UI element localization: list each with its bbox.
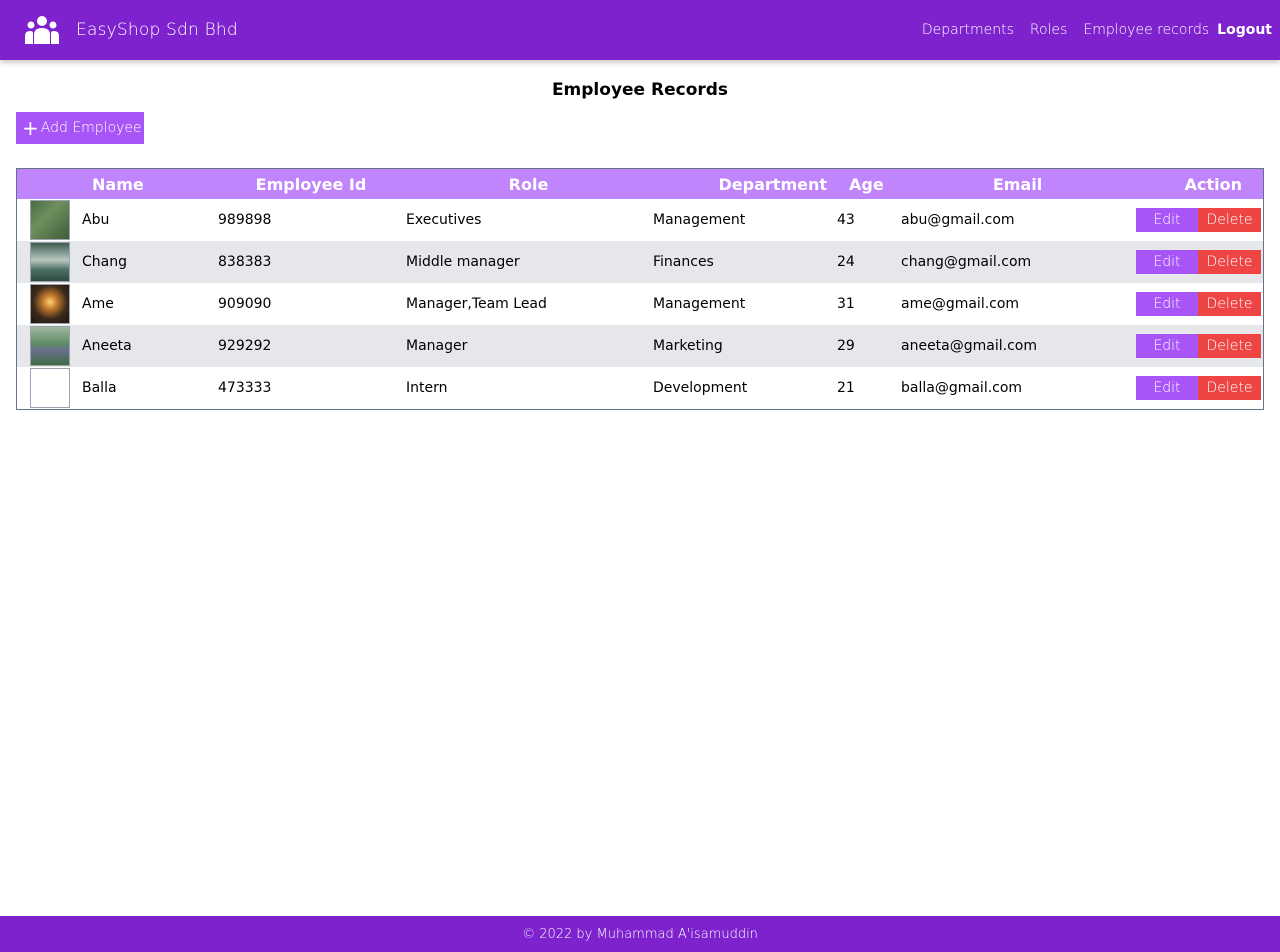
employee-photo bbox=[30, 242, 70, 282]
cell-role: Middle manager bbox=[406, 254, 520, 270]
delete-button[interactable]: Delete bbox=[1198, 376, 1261, 400]
cell-name: Chang bbox=[82, 254, 127, 270]
cell-name: Ame bbox=[82, 296, 114, 312]
cell-role: Executives bbox=[406, 212, 482, 228]
edit-button[interactable]: Edit bbox=[1136, 208, 1198, 232]
edit-button[interactable]: Edit bbox=[1136, 334, 1198, 358]
nav-link-roles[interactable]: Roles bbox=[1030, 22, 1067, 38]
cell-age: 24 bbox=[837, 254, 855, 270]
top-navbar: EasyShop Sdn Bhd Departments Roles Emplo… bbox=[0, 0, 1280, 60]
employee-photo bbox=[30, 200, 70, 240]
delete-button[interactable]: Delete bbox=[1198, 208, 1261, 232]
page-title: Employee Records bbox=[551, 80, 729, 100]
edit-button[interactable]: Edit bbox=[1136, 250, 1198, 274]
header-department: Department bbox=[718, 174, 827, 194]
header-age: Age bbox=[849, 174, 884, 194]
brand-name: EasyShop Sdn Bhd bbox=[76, 20, 238, 40]
header-role: Role bbox=[508, 174, 549, 194]
table-row: Ame 909090 Manager,Team Lead Management … bbox=[17, 283, 1263, 325]
header-email: Email bbox=[992, 174, 1043, 194]
delete-button[interactable]: Delete bbox=[1198, 250, 1261, 274]
cell-role: Manager bbox=[406, 338, 468, 354]
header-photo bbox=[17, 169, 77, 199]
header-action: Action bbox=[1184, 174, 1242, 194]
cell-employee-id: 473333 bbox=[218, 380, 272, 396]
table-row: Chang 838383 Middle manager Finances 24 … bbox=[17, 241, 1263, 283]
cell-role: Manager,Team Lead bbox=[406, 296, 547, 312]
employee-photo bbox=[30, 284, 70, 324]
header-name: Name bbox=[92, 174, 144, 194]
cell-department: Management bbox=[653, 296, 746, 312]
nav-links: Departments Roles Employee records Logou… bbox=[906, 22, 1272, 38]
employee-photo bbox=[30, 326, 70, 366]
cell-department: Marketing bbox=[653, 338, 723, 354]
footer-text: © 2022 by Muhammad A'isamuddin bbox=[522, 926, 758, 942]
cell-email: abu@gmail.com bbox=[901, 212, 1015, 228]
table-row: Balla 473333 Intern Development 21 balla… bbox=[17, 367, 1263, 409]
table-row: Abu 989898 Executives Management 43 abu@… bbox=[17, 199, 1263, 241]
cell-department: Management bbox=[653, 212, 746, 228]
cell-employee-id: 989898 bbox=[218, 212, 272, 228]
nav-link-departments[interactable]: Departments bbox=[922, 22, 1014, 38]
cell-email: chang@gmail.com bbox=[901, 254, 1032, 270]
logout-link[interactable]: Logout bbox=[1217, 22, 1272, 38]
cell-email: aneeta@gmail.com bbox=[901, 338, 1037, 354]
cell-role: Intern bbox=[406, 380, 448, 396]
cell-employee-id: 838383 bbox=[218, 254, 272, 270]
cell-employee-id: 909090 bbox=[218, 296, 272, 312]
header-employee-id: Employee Id bbox=[255, 174, 367, 194]
plus-icon: + bbox=[22, 116, 39, 140]
table-row: Aneeta 929292 Manager Marketing 29 aneet… bbox=[17, 325, 1263, 367]
edit-button[interactable]: Edit bbox=[1136, 376, 1198, 400]
edit-button[interactable]: Edit bbox=[1136, 292, 1198, 316]
employee-table: Name Employee Id Role Department Age Ema… bbox=[16, 168, 1264, 410]
cell-age: 29 bbox=[837, 338, 855, 354]
delete-button[interactable]: Delete bbox=[1198, 292, 1261, 316]
nav-link-employee-records[interactable]: Employee records bbox=[1083, 22, 1209, 38]
cell-department: Development bbox=[653, 380, 748, 396]
cell-age: 43 bbox=[837, 212, 855, 228]
add-employee-label: Add Employee bbox=[40, 120, 142, 136]
add-employee-button[interactable]: + Add Employee bbox=[16, 112, 144, 144]
cell-age: 21 bbox=[837, 380, 855, 396]
users-group-icon bbox=[25, 16, 59, 44]
brand[interactable]: EasyShop Sdn Bhd bbox=[24, 14, 238, 46]
employee-photo-placeholder bbox=[30, 368, 70, 408]
footer: © 2022 by Muhammad A'isamuddin bbox=[0, 916, 1280, 952]
cell-department: Finances bbox=[653, 254, 714, 270]
cell-email: balla@gmail.com bbox=[901, 380, 1023, 396]
cell-employee-id: 929292 bbox=[218, 338, 272, 354]
cell-name: Balla bbox=[82, 380, 117, 396]
table-header-row: Name Employee Id Role Department Age Ema… bbox=[17, 169, 1263, 199]
cell-age: 31 bbox=[837, 296, 855, 312]
cell-name: Abu bbox=[82, 212, 110, 228]
cell-name: Aneeta bbox=[82, 338, 132, 354]
cell-email: ame@gmail.com bbox=[901, 296, 1020, 312]
delete-button[interactable]: Delete bbox=[1198, 334, 1261, 358]
